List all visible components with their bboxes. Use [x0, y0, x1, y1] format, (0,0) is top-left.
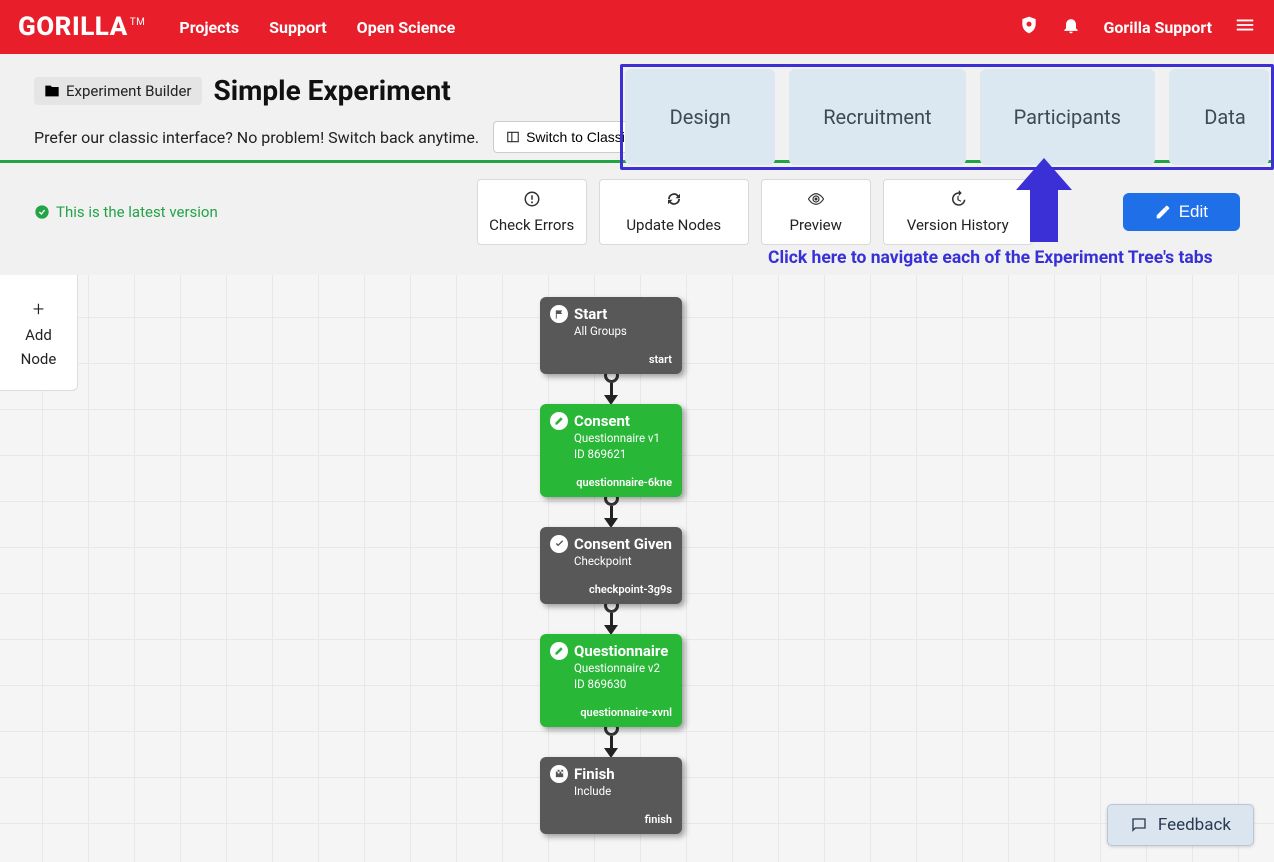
nav-link-support[interactable]: Support — [269, 18, 327, 37]
node-title: Consent — [574, 412, 630, 430]
finish-icon — [550, 765, 568, 783]
page-title: Simple Experiment — [214, 74, 451, 107]
callout-text: Click here to navigate each of the Exper… — [768, 248, 1213, 268]
edit-icon — [550, 412, 568, 430]
add-node-line1: Add — [25, 326, 52, 346]
node-subtitle: Include — [574, 784, 672, 799]
layout-icon — [506, 130, 520, 144]
node-slug: questionnaire-xvnl — [550, 706, 672, 719]
flow-column: Start All Groups start Consent Questionn… — [540, 297, 682, 834]
version-history-label: Version History — [907, 216, 1009, 234]
switch-to-classic-label: Switch to Classic — [526, 129, 632, 145]
feedback-label: Feedback — [1158, 815, 1231, 835]
nav-link-projects[interactable]: Projects — [179, 18, 239, 37]
node-slug: finish — [550, 813, 672, 826]
node-slug: start — [550, 353, 672, 366]
nav-user-name[interactable]: Gorilla Support — [1103, 18, 1212, 37]
top-navbar: GORILLATM Projects Support Open Science … — [0, 0, 1274, 54]
node-consent-given[interactable]: Consent Given Checkpoint checkpoint-3g9s — [540, 527, 682, 604]
brand-logo[interactable]: GORILLATM — [18, 12, 145, 42]
check-icon — [550, 535, 568, 553]
breadcrumb[interactable]: Experiment Builder — [34, 77, 202, 105]
edit-label: Edit — [1179, 202, 1208, 222]
shield-icon[interactable] — [1019, 15, 1039, 39]
node-title: Finish — [574, 765, 615, 783]
check-errors-button[interactable]: Check Errors — [477, 179, 587, 245]
node-start[interactable]: Start All Groups start — [540, 297, 682, 374]
preview-label: Preview — [790, 216, 842, 234]
breadcrumb-label: Experiment Builder — [66, 82, 192, 100]
node-subtitle-2: ID 869621 — [574, 447, 672, 462]
folder-icon — [44, 83, 60, 99]
bell-icon[interactable] — [1061, 15, 1081, 39]
page-header: Experiment Builder Simple Experiment Pre… — [0, 54, 1274, 153]
node-title: Consent Given — [574, 535, 672, 553]
node-subtitle: Checkpoint — [574, 554, 672, 569]
tab-data[interactable]: Data — [1169, 69, 1269, 165]
tab-recruitment[interactable]: Recruitment — [789, 69, 965, 165]
add-node-line2: Node — [21, 350, 57, 370]
callout-arrow-icon — [1016, 158, 1072, 242]
edit-button[interactable]: Edit — [1123, 193, 1240, 231]
node-title: Questionnaire — [574, 642, 668, 660]
node-slug: checkpoint-3g9s — [550, 583, 672, 596]
classic-prompt: Prefer our classic interface? No problem… — [34, 128, 479, 147]
chat-icon — [1130, 816, 1148, 834]
node-subtitle: All Groups — [574, 324, 672, 339]
node-subtitle-1: Questionnaire v1 — [574, 431, 672, 446]
flag-icon — [550, 305, 568, 323]
tab-design[interactable]: Design — [625, 69, 775, 165]
canvas[interactable]: + Add Node Start All Groups start Consen… — [0, 275, 1274, 862]
edit-icon — [550, 642, 568, 660]
toolbar: This is the latest version Check Errors … — [0, 163, 1274, 259]
nav-links: Projects Support Open Science — [179, 18, 455, 37]
node-finish[interactable]: Finish Include finish — [540, 757, 682, 834]
plus-icon: + — [33, 296, 44, 322]
history-icon — [949, 190, 967, 208]
nav-link-open-science[interactable]: Open Science — [357, 18, 456, 37]
update-nodes-label: Update Nodes — [626, 216, 721, 234]
node-consent[interactable]: Consent Questionnaire v1 ID 869621 quest… — [540, 404, 682, 497]
refresh-icon — [665, 190, 683, 208]
node-subtitle-2: ID 869630 — [574, 677, 672, 692]
preview-button[interactable]: Preview — [761, 179, 871, 245]
pencil-icon — [1155, 204, 1171, 220]
check-circle-icon — [34, 204, 50, 220]
node-title: Start — [574, 305, 607, 323]
menu-icon[interactable] — [1234, 14, 1256, 40]
node-subtitle-1: Questionnaire v2 — [574, 661, 672, 676]
tab-participants[interactable]: Participants — [980, 69, 1155, 165]
version-status: This is the latest version — [34, 203, 218, 221]
check-errors-label: Check Errors — [489, 216, 574, 234]
tabs-highlight-box: Design Recruitment Participants Data — [620, 64, 1274, 170]
node-questionnaire[interactable]: Questionnaire Questionnaire v2 ID 869630… — [540, 634, 682, 727]
brand-name: GORILLA — [18, 12, 128, 42]
update-nodes-button[interactable]: Update Nodes — [599, 179, 749, 245]
node-slug: questionnaire-6kne — [550, 476, 672, 489]
version-history-button[interactable]: Version History — [883, 179, 1033, 245]
version-status-text: This is the latest version — [56, 203, 218, 221]
brand-tm: TM — [130, 17, 146, 28]
alert-icon — [523, 190, 541, 208]
eye-icon — [807, 190, 825, 208]
add-node-button[interactable]: + Add Node — [0, 275, 78, 391]
feedback-button[interactable]: Feedback — [1107, 804, 1254, 846]
